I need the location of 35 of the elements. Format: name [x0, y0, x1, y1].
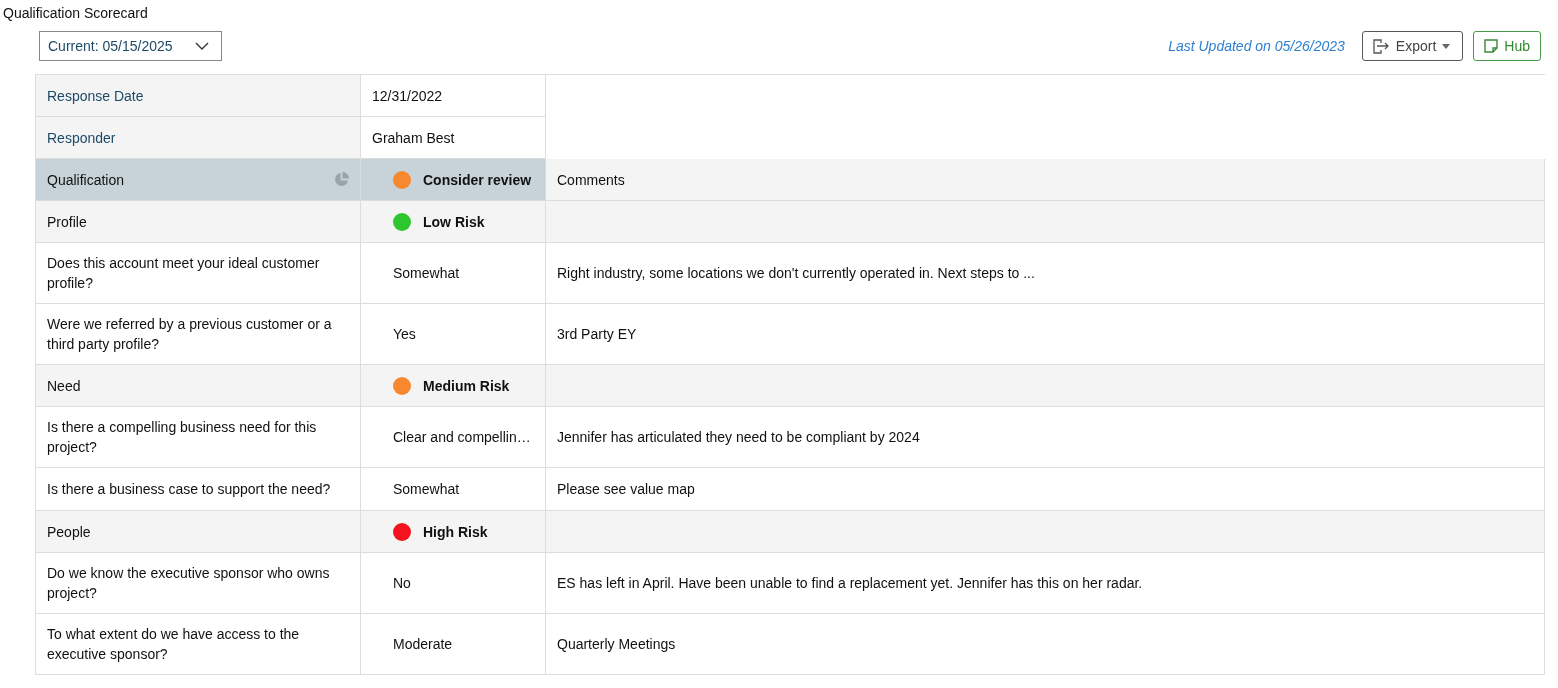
hub-button[interactable]: Hub	[1473, 31, 1541, 61]
column-header: Comments	[546, 159, 1545, 201]
comment-cell: Jennifer has articulated they need to be compliant by 2024	[546, 407, 1545, 468]
status-text: High Risk	[423, 523, 488, 540]
note-icon	[1484, 39, 1499, 53]
field-value: Graham Best	[361, 117, 546, 159]
pie-chart-icon[interactable]	[334, 172, 349, 187]
export-icon	[1371, 38, 1390, 54]
answer-cell: Clear and compellin…	[361, 407, 546, 468]
export-button[interactable]: Export	[1361, 31, 1464, 61]
comment-cell: ES has left in April. Have been unable to find a replacement yet. Jennifer has this on her radar.	[546, 553, 1545, 614]
field-label: Response Date	[36, 75, 361, 117]
comment-cell: Quarterly Meetings	[546, 614, 1545, 675]
answer-cell: Moderate	[361, 614, 546, 675]
page-title: Qualification Scorecard	[2, 4, 149, 21]
section-label: Need	[36, 365, 361, 407]
section-label: Profile	[36, 201, 361, 243]
answer-cell: Somewhat	[361, 243, 546, 304]
chevron-down-icon	[194, 42, 209, 50]
status-text: Consider review	[423, 171, 532, 188]
last-updated-text: Last Updated on 05/26/2023	[1168, 38, 1345, 54]
field-label: Responder	[36, 117, 361, 159]
caret-icon	[1442, 43, 1451, 49]
column-header: Qualification	[47, 171, 125, 188]
question-cell: Do we know the executive sponsor who owns project?	[36, 553, 361, 614]
field-value: 12/31/2022	[361, 75, 546, 117]
version-select[interactable]: Current: 05/15/2025	[39, 31, 222, 61]
status-text: Low Risk	[423, 213, 485, 230]
answer-cell: No	[361, 553, 546, 614]
question-cell: To what extent do we have access to the executive sponsor?	[36, 614, 361, 675]
question-cell: Is there a compelling business need for this project?	[36, 407, 361, 468]
question-cell: Does this account meet your ideal customer profile?	[36, 243, 361, 304]
comment-cell: Right industry, some locations we don't currently operated in. Next steps to ...	[546, 243, 1545, 304]
section-label: People	[36, 511, 361, 553]
status-text: Medium Risk	[423, 377, 510, 394]
